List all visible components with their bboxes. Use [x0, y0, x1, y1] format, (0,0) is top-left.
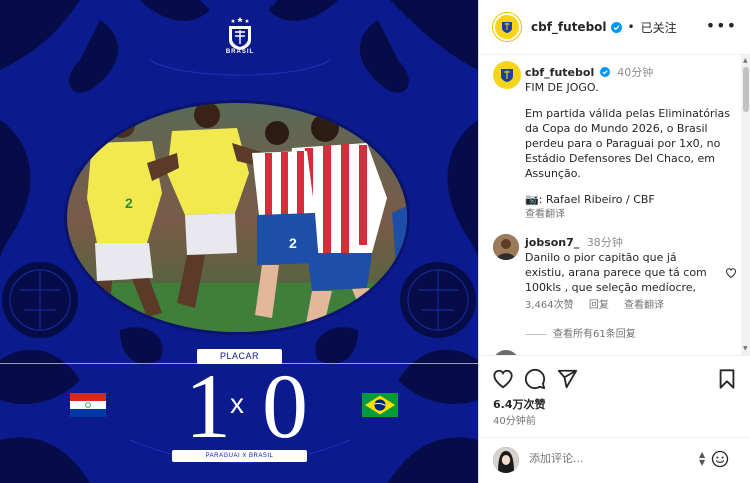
bookmark-icon[interactable] — [716, 368, 738, 390]
comments-list[interactable]: cbf_futebol 40分钟 FIM DE JOGO. Em partida… — [479, 55, 741, 355]
score-paraguay: 1 — [185, 355, 231, 457]
share-icon[interactable] — [556, 368, 578, 390]
svg-text:2: 2 — [289, 235, 297, 251]
scroll-up-icon[interactable]: ▲ — [743, 57, 748, 64]
cbf-logo-icon — [501, 69, 513, 82]
brazil-flag-icon — [362, 393, 398, 417]
match-photo: 2 2 — [64, 100, 410, 335]
author-avatar[interactable] — [493, 13, 521, 41]
crest-label: BRASIL — [225, 49, 255, 55]
following-button[interactable]: 已关注 — [641, 19, 677, 36]
view-replies-button[interactable]: 查看所有61条回复 — [525, 325, 636, 340]
comment-meta: 3,464次赞 回复 查看翻译 — [525, 298, 713, 313]
caption-line1: FIM DE JOGO. — [525, 81, 599, 94]
verified-badge-icon — [599, 67, 610, 77]
likes-count[interactable]: 6.4万次赞 — [493, 396, 546, 412]
comment-likes[interactable]: 3,464次赞 — [525, 300, 574, 311]
comment-body: jobson7_ 38分钟 Danilo o pior capitão que … — [525, 235, 713, 313]
comments-scrollbar[interactable]: ▲ ▼ — [741, 55, 750, 355]
comment-see-translation[interactable]: 查看翻译 — [624, 300, 664, 311]
caption-credit: 📷: Rafael Ribeiro / CBF — [525, 193, 655, 206]
score-brazil: 0 — [262, 355, 308, 457]
comment-reply-button[interactable]: 回复 — [589, 300, 609, 311]
svg-text:2: 2 — [125, 195, 133, 211]
scroll-down-icon[interactable]: ▼ — [743, 345, 748, 352]
post-image[interactable]: BRASIL 2 2 PLACAR 1 x 0 PARAGUAI X BRASI… — [0, 0, 478, 483]
input-stepper-icon[interactable]: ▲ ▼ — [699, 451, 705, 467]
user-photo-icon — [493, 447, 519, 473]
caption-see-translation[interactable]: 查看翻译 — [525, 207, 737, 222]
comment-time: 38分钟 — [586, 236, 623, 249]
paraguay-flag-icon — [70, 393, 106, 417]
post-panel: cbf_futebol • 已关注 ••• cbf_futebol 40分钟 F… — [478, 0, 750, 483]
caption-username[interactable]: cbf_futebol — [525, 66, 594, 79]
like-heart-icon[interactable] — [492, 368, 514, 390]
post-actions: 6.4万次赞 40分钟前 — [479, 355, 750, 445]
emoji-icon[interactable] — [711, 450, 729, 468]
caption-time: 40分钟 — [617, 66, 654, 79]
cbf-logo-icon — [502, 22, 512, 33]
my-avatar[interactable] — [493, 447, 519, 473]
comment-composer: ▲▼ — [479, 437, 750, 483]
post-header: cbf_futebol • 已关注 ••• — [479, 0, 750, 55]
caption-avatar[interactable] — [493, 61, 521, 89]
verified-badge-icon — [610, 21, 622, 33]
comment-text: Danilo o pior capitão que já existiu, ar… — [525, 251, 707, 294]
score-separator: x — [230, 388, 244, 419]
user-photo-icon — [493, 234, 519, 260]
caption-body: cbf_futebol 40分钟 FIM DE JOGO. Em partida… — [525, 65, 737, 222]
commenter-username[interactable]: jobson7_ — [525, 236, 579, 249]
players-illustration: 2 2 — [67, 103, 407, 332]
comment-like-icon[interactable] — [725, 267, 737, 279]
author-username[interactable]: cbf_futebol — [531, 20, 607, 34]
commenter-avatar[interactable] — [493, 234, 519, 260]
teams-label: PARAGUAI X BRASIL — [172, 450, 307, 462]
more-options-icon[interactable]: ••• — [706, 18, 737, 34]
header-dot: • — [627, 20, 635, 34]
comment-icon[interactable] — [524, 368, 546, 390]
caption-text: Em partida válida pelas Eliminatórias da… — [525, 107, 730, 180]
post-age: 40分钟前 — [493, 416, 536, 427]
scrollbar-thumb[interactable] — [743, 67, 749, 112]
comment-input[interactable] — [529, 452, 689, 465]
